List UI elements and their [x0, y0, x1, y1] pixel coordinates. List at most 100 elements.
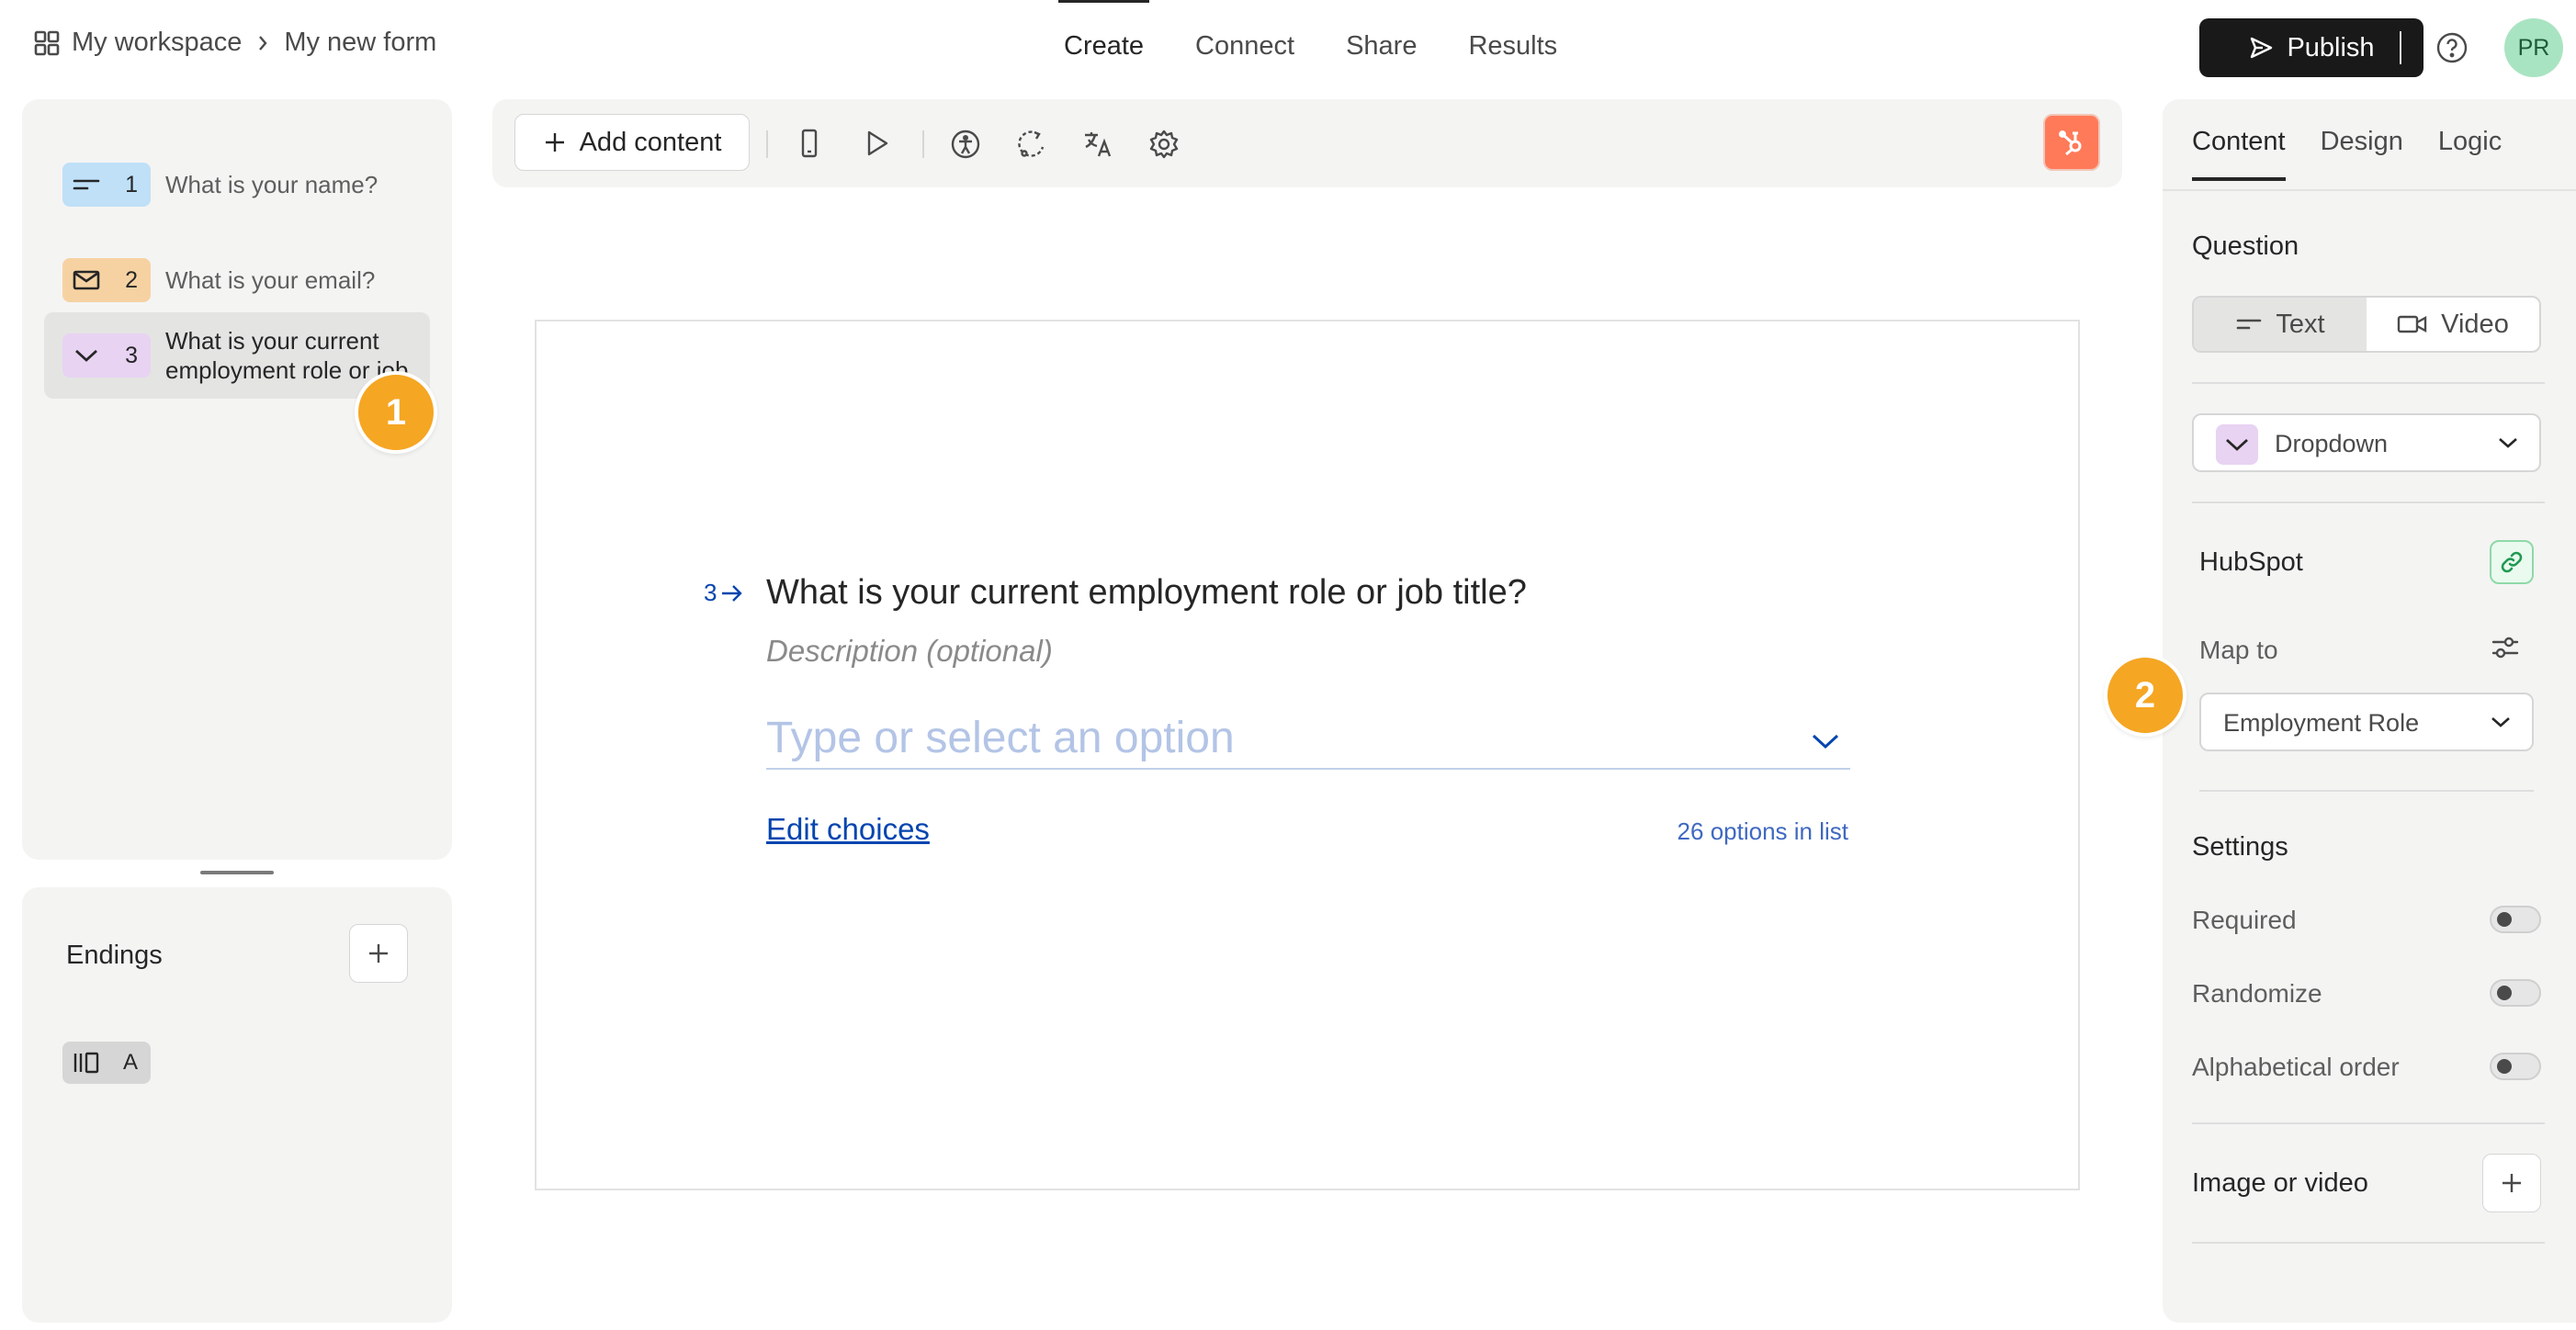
question-list-label: What is your email?: [165, 266, 376, 294]
ending-label: A: [122, 1050, 138, 1075]
accessibility-icon[interactable]: [950, 129, 981, 160]
question-heading: Question: [2192, 231, 2299, 261]
step-marker-2: 2: [2104, 654, 2186, 737]
video-option[interactable]: Video: [2367, 298, 2539, 351]
dropdown-input[interactable]: Type or select an option: [766, 715, 1850, 770]
question-number: 2: [125, 266, 138, 293]
required-toggle[interactable]: [2490, 906, 2541, 933]
chevron-down-icon: [72, 346, 101, 365]
question-type-select[interactable]: Dropdown: [2192, 413, 2541, 472]
divider: [2400, 31, 2401, 64]
image-or-video-label: Image or video: [2192, 1168, 2368, 1198]
question-list-label: What is your name?: [165, 171, 378, 198]
tab-results[interactable]: Results: [1442, 0, 1583, 96]
breadcrumb: My workspace My new form: [33, 28, 436, 58]
play-icon[interactable]: [862, 129, 891, 158]
ending-item[interactable]: A: [62, 1042, 151, 1084]
question-badge: 3: [62, 333, 151, 378]
randomize-label: Randomize: [2192, 979, 2322, 1008]
mobile-preview-icon[interactable]: [796, 129, 823, 158]
settings-heading: Settings: [2192, 832, 2288, 862]
grid-icon[interactable]: [33, 29, 61, 57]
divider: [2192, 382, 2545, 384]
sliders-icon[interactable]: [2490, 632, 2521, 663]
text-option[interactable]: Text: [2194, 298, 2367, 351]
mail-icon: [72, 269, 101, 291]
question-number-indicator: 3: [704, 579, 744, 607]
tab-share[interactable]: Share: [1320, 0, 1442, 96]
map-to-select[interactable]: Employment Role: [2199, 693, 2534, 751]
divider: [2199, 790, 2534, 792]
divider: [2192, 502, 2545, 503]
divider: [766, 130, 768, 158]
question-description[interactable]: Description (optional): [766, 634, 1053, 669]
resize-handle[interactable]: [200, 871, 274, 874]
alphabetical-order-toggle[interactable]: [2490, 1053, 2541, 1080]
alphabetical-order-label: Alphabetical order: [2192, 1053, 2400, 1081]
question-type-label: Dropdown: [2275, 430, 2389, 457]
top-bar: My workspace My new form Create Connect …: [0, 0, 2576, 96]
map-to-value: Employment Role: [2223, 709, 2420, 737]
endings-title: Endings: [66, 941, 163, 970]
chevron-down-icon[interactable]: [1810, 731, 1841, 751]
publish-button[interactable]: Publish: [2199, 18, 2423, 77]
question-number: 3: [704, 579, 717, 606]
tab-create[interactable]: Create: [1038, 0, 1169, 96]
add-content-label: Add content: [579, 127, 722, 157]
link-icon[interactable]: [2490, 540, 2534, 584]
question-list-item-1[interactable]: 1 What is your name?: [44, 141, 430, 228]
chevron-down-icon: [2216, 424, 2258, 465]
logic-map-icon[interactable]: [1016, 129, 1047, 160]
tab-connect[interactable]: Connect: [1169, 0, 1320, 96]
question-format-toggle: Text Video: [2192, 296, 2541, 353]
divider: [2163, 189, 2576, 191]
question-number: 3: [125, 342, 138, 368]
ending-icon: [72, 1051, 101, 1075]
properties-panel: Content Design Logic Question Text Video…: [2163, 99, 2576, 1323]
tab-design[interactable]: Design: [2321, 127, 2403, 181]
video-icon: [2397, 313, 2428, 335]
tab-content[interactable]: Content: [2192, 127, 2286, 181]
chevron-down-icon: [2497, 435, 2519, 450]
hubspot-heading: HubSpot: [2199, 547, 2303, 577]
short-text-icon: [72, 175, 101, 194]
arrow-right-icon: [720, 583, 744, 603]
question-badge: 2: [62, 258, 151, 302]
publish-label: Publish: [2287, 32, 2375, 62]
question-list-panel: 1 What is your name? 2 What is your emai…: [22, 99, 452, 860]
tab-logic[interactable]: Logic: [2438, 127, 2502, 181]
form-canvas: 3 What is your current employment role o…: [535, 320, 2080, 1190]
help-icon[interactable]: [2435, 30, 2469, 65]
divider: [2192, 1122, 2545, 1124]
map-to-label: Map to: [2199, 636, 2278, 664]
divider: [922, 130, 924, 158]
add-content-button[interactable]: Add content: [514, 114, 750, 171]
question-list-item-2[interactable]: 2 What is your email?: [44, 237, 430, 323]
plus-icon: [367, 941, 390, 965]
settings-icon[interactable]: [1148, 129, 1180, 160]
add-image-button[interactable]: [2482, 1154, 2541, 1212]
avatar[interactable]: PR: [2504, 18, 2563, 77]
edit-choices-link[interactable]: Edit choices: [766, 812, 930, 847]
add-ending-button[interactable]: [349, 924, 408, 983]
question-badge: 1: [62, 163, 151, 207]
properties-tabs: Content Design Logic: [2192, 127, 2502, 181]
plus-icon: [543, 130, 567, 154]
dropdown-placeholder: Type or select an option: [766, 714, 1235, 762]
required-label: Required: [2192, 906, 2297, 934]
breadcrumb-form[interactable]: My new form: [284, 28, 436, 58]
question-title[interactable]: What is your current employment role or …: [766, 573, 1527, 613]
chevron-down-icon: [2490, 715, 2512, 729]
hubspot-icon[interactable]: [2043, 114, 2100, 171]
breadcrumb-workspace[interactable]: My workspace: [72, 28, 242, 58]
chevron-right-icon: [256, 34, 269, 52]
main-nav: Create Connect Share Results: [1038, 0, 1583, 96]
endings-panel: Endings A: [22, 887, 452, 1323]
send-icon: [2248, 35, 2274, 61]
question-number: 1: [125, 171, 138, 197]
divider: [2192, 1242, 2545, 1244]
translate-icon[interactable]: [1082, 129, 1113, 160]
short-text-icon: [2235, 315, 2263, 333]
editor-toolbar: Add content: [492, 99, 2122, 187]
randomize-toggle[interactable]: [2490, 979, 2541, 1007]
